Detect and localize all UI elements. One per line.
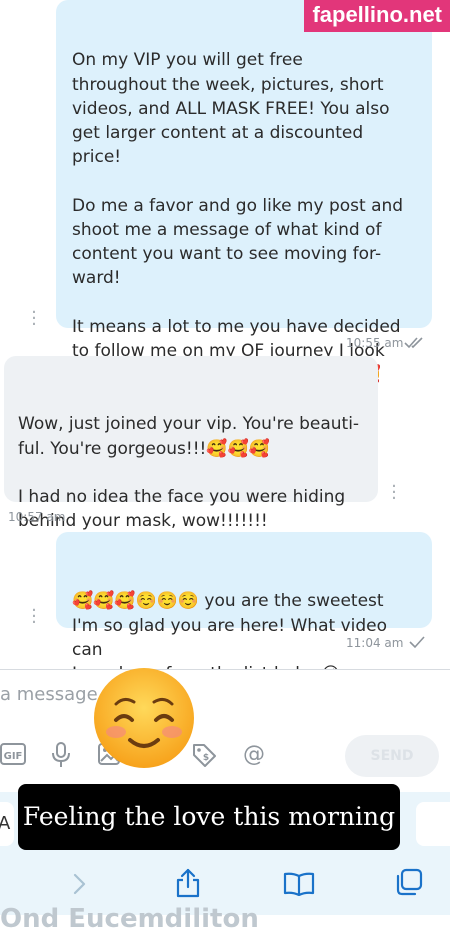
share-icon[interactable]	[175, 868, 201, 898]
address-chip-left[interactable]: A	[0, 802, 14, 846]
send-button[interactable]: SEND	[345, 735, 439, 777]
message-timestamp: 11:04 am	[346, 636, 404, 650]
tabs-icon[interactable]	[395, 868, 423, 896]
watermark-logo: fapellino.net	[304, 0, 450, 32]
message-timestamp: 10:57 am	[8, 510, 66, 524]
message-text: Wow, just joined your vip. You're beauti…	[18, 414, 360, 532]
gif-icon[interactable]: GIF	[0, 742, 26, 766]
at-symbol: @	[243, 742, 265, 766]
svg-text:$: $	[203, 753, 209, 763]
message-options-icon[interactable]: · · ·	[389, 478, 399, 508]
bookmarks-icon[interactable]	[283, 872, 315, 896]
message-bubble-received[interactable]: Wow, just joined your vip. You're beauti…	[4, 356, 378, 531]
story-caption: Feeling the love this morning	[18, 784, 400, 850]
message-bubble-sent[interactable]: On my VIP you will get free throughout t…	[56, 0, 432, 385]
partially-visible-page-text: Ond Eucemdiliton	[0, 904, 259, 934]
at-icon[interactable]: @	[242, 742, 266, 766]
message-timestamp: 10:55 am	[346, 336, 404, 350]
double-check-icon	[404, 337, 423, 349]
gif-label: GIF	[4, 751, 23, 762]
single-check-icon	[409, 636, 425, 649]
message-bubble-sent[interactable]: 🥰🥰🥰☺️☺️☺️ you are the sweetest I'm so gl…	[56, 532, 432, 684]
address-chip-right[interactable]	[416, 802, 450, 846]
message-options-icon[interactable]: · · ·	[29, 602, 39, 632]
forward-chevron-icon[interactable]	[72, 872, 88, 896]
message-options-icon[interactable]: · · ·	[29, 304, 39, 334]
microphone-icon[interactable]	[51, 742, 71, 768]
smiling-face-emoji-icon	[94, 668, 194, 768]
